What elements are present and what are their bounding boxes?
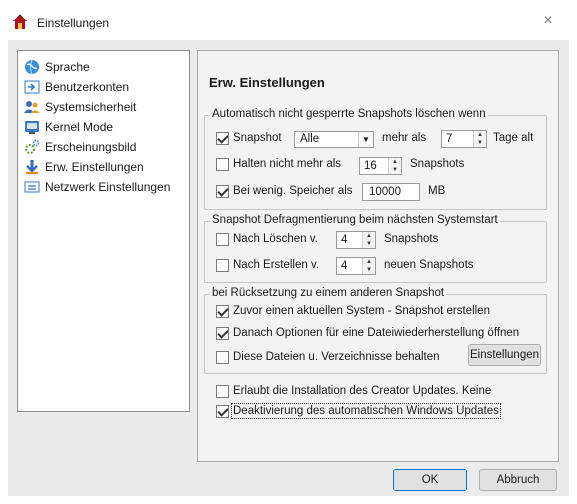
opt1-label: Zuvor einen aktuellen System - Snapshot …: [233, 305, 490, 317]
snapshot-checkbox[interactable]: [216, 132, 229, 145]
speicher-unit: MB: [428, 185, 446, 197]
loeschen-stepper-buttons[interactable]: ▲ ▼: [362, 232, 375, 248]
cancel-button[interactable]: Abbruch: [479, 469, 557, 491]
spin-down-icon[interactable]: ▼: [363, 266, 375, 274]
speicher-value: 10000: [369, 186, 401, 198]
network-settings-icon: [24, 179, 40, 195]
erstellen-stepper-buttons[interactable]: ▲ ▼: [362, 258, 375, 274]
sidebar-item-label: Sprache: [45, 59, 90, 74]
spin-down-icon[interactable]: ▼: [474, 139, 486, 147]
sidebar-item-label: Benutzerkonten: [45, 79, 130, 94]
speicher-input[interactable]: 10000: [362, 183, 420, 201]
kernel-mode-icon: [24, 119, 40, 135]
close-icon[interactable]: ×: [536, 9, 560, 33]
creator-update-label: Erlaubt die Installation des Creator Upd…: [233, 385, 492, 397]
group-defrag-title: Snapshot Defragmentierung beim nächsten …: [210, 214, 500, 226]
sidebar-item-label: Kernel Mode: [45, 119, 114, 134]
ok-button[interactable]: OK: [393, 469, 467, 491]
sidebar-item-kernel-mode[interactable]: Kernel Mode: [24, 117, 113, 136]
advanced-settings-icon: [24, 159, 40, 175]
days-stepper[interactable]: 7 ▲ ▼: [441, 130, 487, 148]
appearance-gears-icon: [24, 139, 40, 155]
group-auto-delete-title: Automatisch nicht gesperrte Snapshots lö…: [210, 108, 488, 120]
spin-up-icon[interactable]: ▲: [363, 258, 375, 266]
sidebar-item-sprache[interactable]: Sprache: [24, 57, 90, 76]
halten-stepper-buttons[interactable]: ▲ ▼: [388, 158, 401, 174]
user-accounts-icon: [24, 79, 40, 95]
window-title: Einstellungen: [37, 16, 110, 30]
loeschen-value: 4: [341, 234, 348, 246]
halten-stepper[interactable]: 16 ▲ ▼: [359, 157, 402, 175]
windows-update-label: Deaktivierung des automatischen Windows …: [231, 403, 501, 419]
sidebar-item-erw-einstellungen[interactable]: Erw. Einstellungen: [24, 157, 144, 176]
opt2-label: Danach Optionen für eine Dateiwiederhers…: [233, 327, 520, 339]
erstellen-checkbox[interactable]: [216, 259, 229, 272]
sidebar-item-label: Erw. Einstellungen: [45, 159, 144, 174]
sidebar-item-label: Systemsicherheit: [45, 99, 137, 114]
spin-up-icon[interactable]: ▲: [389, 158, 401, 166]
erstellen-stepper[interactable]: 4 ▲ ▼: [336, 257, 376, 275]
loeschen-stepper[interactable]: 4 ▲ ▼: [336, 231, 376, 249]
spin-up-icon[interactable]: ▲: [363, 232, 375, 240]
opt2-checkbox[interactable]: [216, 327, 229, 340]
halten-checkbox[interactable]: [216, 158, 229, 171]
settings-category-list[interactable]: Sprache Benutzerkonten Systemsicherheit …: [17, 50, 190, 412]
loeschen-suffix: Snapshots: [384, 233, 439, 245]
sidebar-item-label: Erscheinungsbild: [45, 139, 137, 154]
app-icon: [12, 14, 28, 30]
spin-up-icon[interactable]: ▲: [474, 131, 486, 139]
security-users-icon: [24, 99, 40, 115]
loeschen-checkbox[interactable]: [216, 233, 229, 246]
snapshot-label: Snapshot: [233, 132, 282, 144]
speicher-label: Bei wenig. Speicher als: [233, 185, 353, 197]
snapshot-filter-combo[interactable]: Alle ▼: [294, 131, 374, 148]
loeschen-label: Nach Löschen v.: [233, 233, 318, 245]
chevron-down-icon[interactable]: ▼: [358, 132, 373, 147]
sidebar-item-systemsicherheit[interactable]: Systemsicherheit: [24, 97, 136, 116]
snapshot-filter-value: Alle: [300, 133, 320, 145]
erstellen-value: 4: [341, 260, 348, 272]
days-suffix: Tage alt: [493, 132, 534, 144]
halten-value: 16: [364, 160, 377, 172]
opt3-label: Diese Dateien u. Verzeichnisse behalten: [233, 351, 440, 363]
sidebar-item-label: Netzwerk Einstellungen: [45, 179, 171, 194]
globe-icon: [24, 59, 40, 75]
panel-title: Erw. Einstellungen: [209, 75, 325, 90]
halten-suffix: Snapshots: [410, 158, 465, 170]
windows-update-checkbox[interactable]: [216, 405, 229, 418]
mehr-als-label: mehr als: [382, 132, 427, 144]
sidebar-item-netzwerk-einstellungen[interactable]: Netzwerk Einstellungen: [24, 177, 170, 196]
group-reset-title: bei Rücksetzung zu einem anderen Snapsho…: [210, 287, 447, 299]
opt3-checkbox[interactable]: [216, 351, 229, 364]
halten-label: Halten nicht mehr als: [233, 158, 342, 170]
spin-down-icon[interactable]: ▼: [363, 240, 375, 248]
settings-button[interactable]: Einstellungen: [468, 344, 541, 366]
sidebar-item-erscheinungsbild[interactable]: Erscheinungsbild: [24, 137, 136, 156]
spin-down-icon[interactable]: ▼: [389, 166, 401, 174]
speicher-checkbox[interactable]: [216, 185, 229, 198]
opt1-checkbox[interactable]: [216, 305, 229, 318]
erstellen-suffix: neuen Snapshots: [384, 259, 474, 271]
erstellen-label: Nach Erstellen v.: [233, 259, 320, 271]
days-stepper-buttons[interactable]: ▲ ▼: [473, 131, 486, 147]
days-value: 7: [446, 133, 453, 145]
creator-update-checkbox[interactable]: [216, 385, 229, 398]
sidebar-item-benutzerkonten[interactable]: Benutzerkonten: [24, 77, 129, 96]
